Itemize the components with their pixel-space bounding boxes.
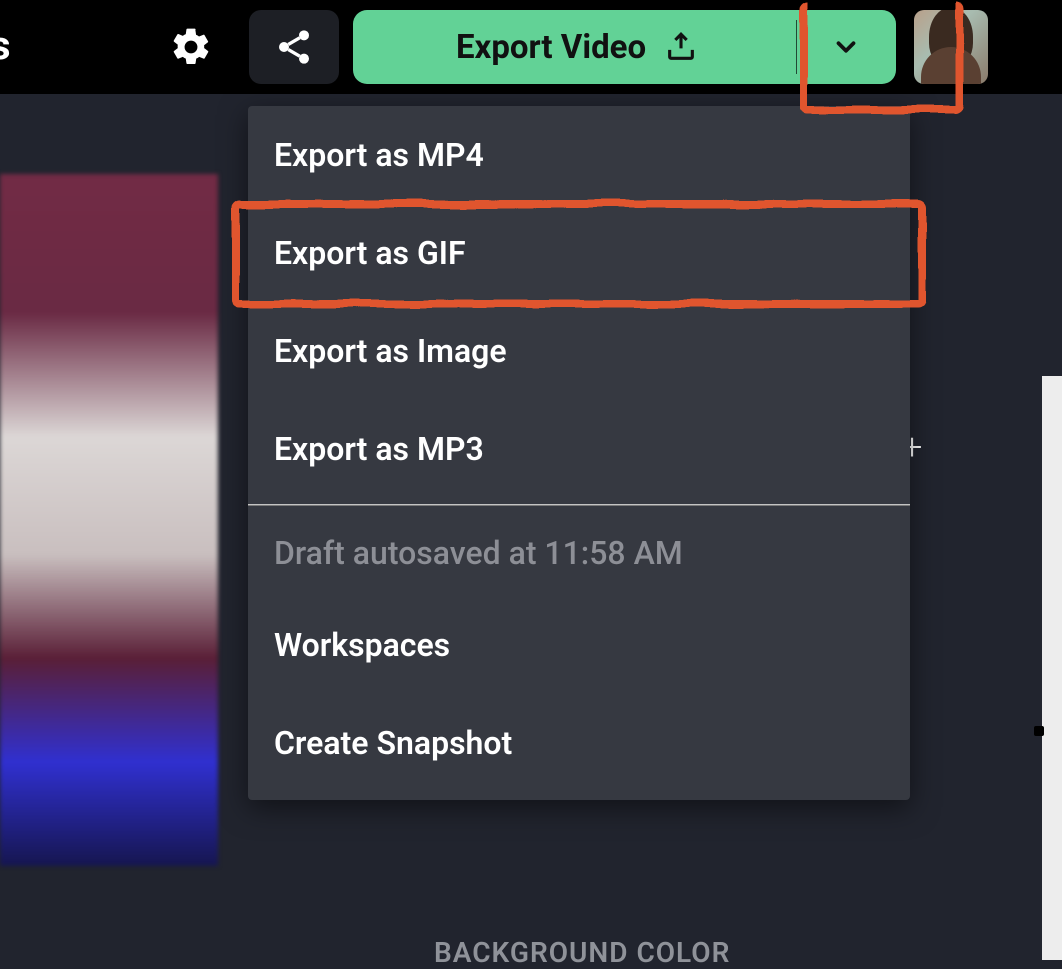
menu-item-export-gif[interactable]: Export as GIF: [248, 204, 910, 302]
menu-item-workspaces[interactable]: Workspaces: [248, 596, 910, 694]
menu-item-create-snapshot[interactable]: Create Snapshot: [248, 694, 910, 792]
share-button[interactable]: [249, 10, 339, 84]
user-avatar[interactable]: [914, 10, 988, 84]
chevron-down-icon: [831, 32, 861, 62]
menu-item-export-mp3[interactable]: Export as MP3: [248, 400, 910, 498]
autosave-status: Draft autosaved at 11:58 AM: [248, 534, 910, 596]
gear-icon: [169, 25, 213, 69]
background-color-label: BACKGROUND COLOR: [434, 936, 730, 969]
menu-item-export-mp4[interactable]: Export as MP4: [248, 106, 910, 204]
video-preview-thumbnail: [0, 174, 218, 866]
export-icon: [664, 30, 698, 64]
menu-separator: [248, 504, 910, 506]
export-dropdown-button[interactable]: [796, 10, 896, 84]
export-dropdown-menu: Export as MP4 Export as GIF Export as Im…: [248, 106, 910, 800]
export-button-group: Export Video: [353, 10, 896, 84]
top-toolbar: s Export Video: [0, 0, 1062, 94]
share-icon: [274, 27, 314, 67]
menu-item-export-image[interactable]: Export as Image: [248, 302, 910, 400]
right-scrollbar[interactable]: [1042, 376, 1062, 960]
scrollbar-marker: [1034, 726, 1044, 736]
export-video-label: Export Video: [456, 28, 646, 67]
title-stub: s: [0, 22, 11, 69]
settings-button[interactable]: [161, 17, 221, 77]
export-video-button[interactable]: Export Video: [353, 10, 796, 84]
